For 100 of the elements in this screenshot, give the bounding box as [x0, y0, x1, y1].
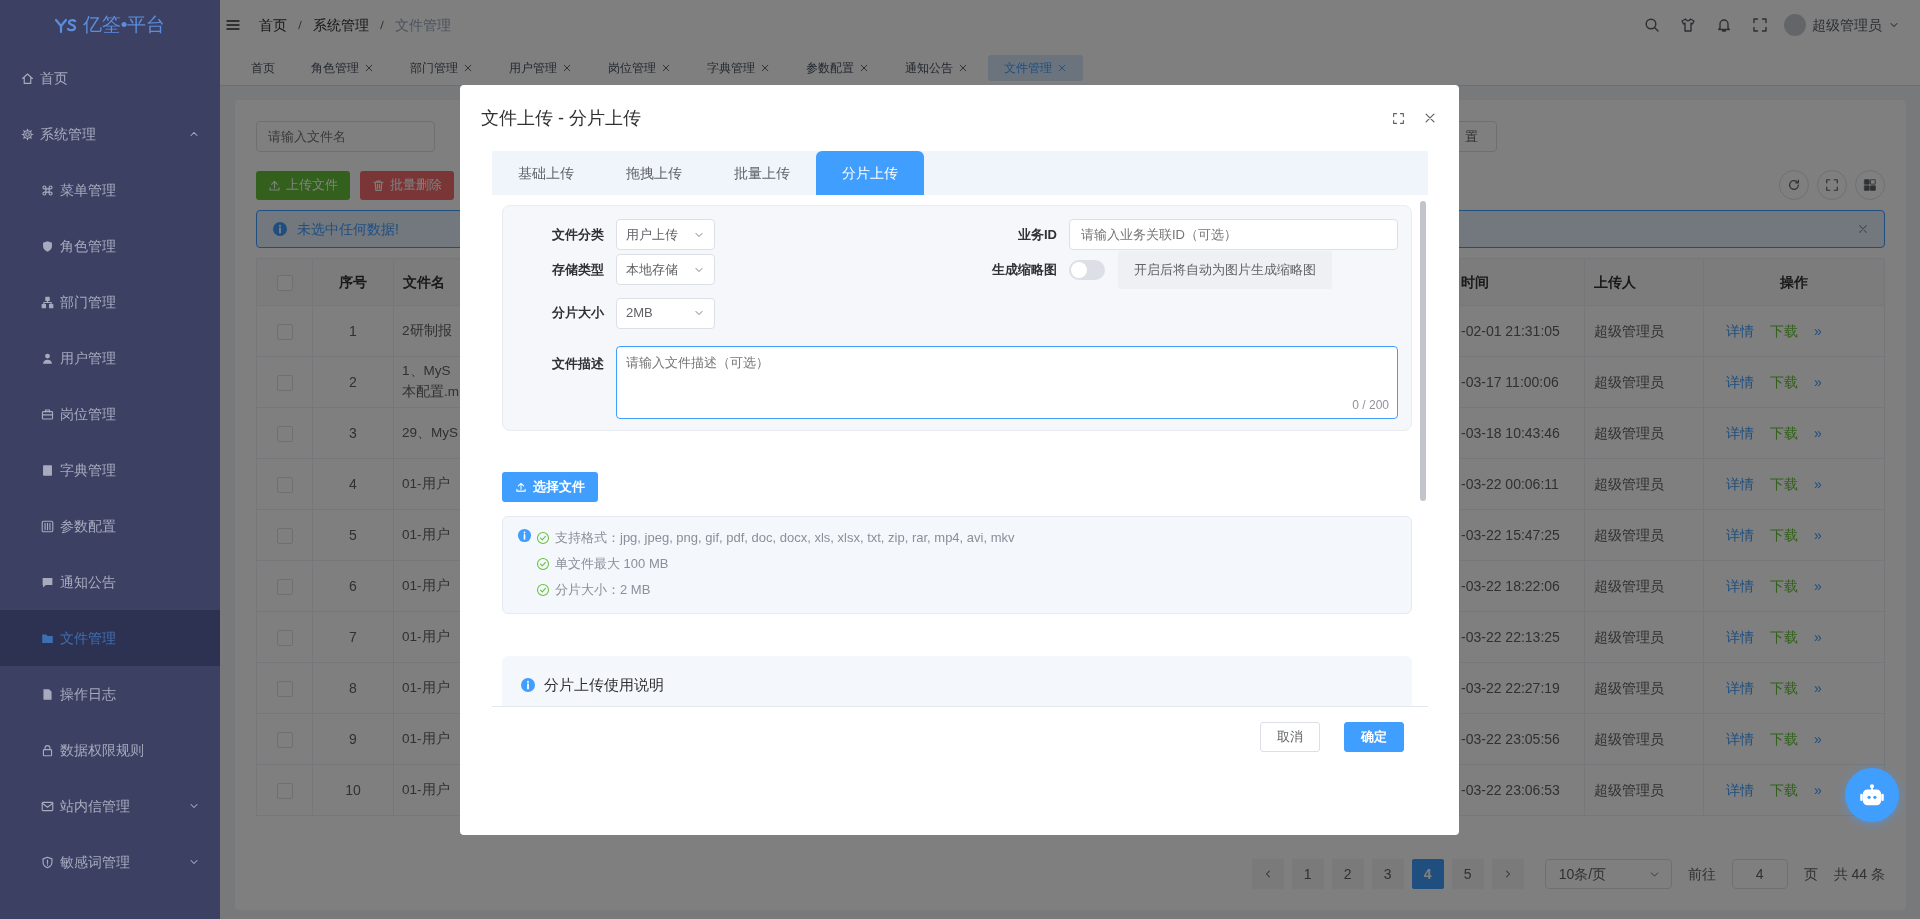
more-link[interactable]: »	[1814, 577, 1822, 594]
page-tab[interactable]: 参数配置	[790, 54, 885, 81]
sidebar-item[interactable]: 首页	[0, 50, 220, 106]
page-button[interactable]: 2	[1331, 859, 1364, 889]
sidebar-item[interactable]: 字典管理	[0, 442, 220, 498]
close-icon[interactable]	[661, 62, 671, 73]
download-link[interactable]: 下载	[1770, 628, 1798, 645]
close-icon[interactable]	[958, 62, 968, 73]
dropdown[interactable]: 用户上传	[616, 219, 715, 250]
detail-link[interactable]: 详情	[1726, 730, 1754, 747]
page-input[interactable]: 4	[1731, 859, 1788, 889]
sidebar-item[interactable]: 用户管理	[0, 330, 220, 386]
detail-link[interactable]: 详情	[1726, 322, 1754, 339]
more-link[interactable]: »	[1814, 424, 1822, 441]
page-size-dropdown[interactable]: 10条/页	[1544, 859, 1672, 889]
tab[interactable]: 拖拽上传	[600, 151, 708, 195]
avatar-placeholder[interactable]	[1784, 14, 1806, 36]
shirt-icon[interactable]	[1680, 17, 1696, 33]
sidebar-item[interactable]: 敏感词管理	[0, 834, 220, 890]
download-link[interactable]: 下载	[1770, 679, 1798, 696]
sidebar-item[interactable]: 参数配置	[0, 498, 220, 554]
refresh-button[interactable]	[1779, 170, 1809, 200]
delete-button[interactable]: 批量删除	[360, 170, 454, 200]
sidebar-item[interactable]: 文件管理	[0, 610, 220, 666]
page-button[interactable]: 4	[1411, 859, 1444, 889]
dialog-title: 文件上传 - 分片上传	[481, 106, 641, 130]
more-link[interactable]: »	[1814, 322, 1822, 339]
page-tab[interactable]: 角色管理	[295, 54, 390, 81]
download-link[interactable]: 下载	[1770, 322, 1798, 339]
columns-button[interactable]	[1855, 170, 1885, 200]
page-tab[interactable]: 字典管理	[691, 54, 786, 81]
fullscreen-icon[interactable]	[1752, 17, 1768, 33]
sidebar-item[interactable]: 站内信管理	[0, 778, 220, 834]
more-link[interactable]: »	[1814, 475, 1822, 492]
detail-link[interactable]: 详情	[1726, 373, 1754, 390]
sidebar-item[interactable]: 系统管理	[0, 106, 220, 162]
download-link[interactable]: 下载	[1770, 781, 1798, 798]
page-tab[interactable]: 用户管理	[493, 54, 588, 81]
fullscreen-icon[interactable]	[1392, 111, 1405, 125]
user-name[interactable]: 超级管理员	[1812, 14, 1882, 36]
more-link[interactable]: »	[1814, 373, 1822, 390]
bell-icon[interactable]	[1716, 17, 1732, 33]
menu-icon[interactable]	[225, 17, 241, 33]
page-tab[interactable]: 首页	[235, 54, 291, 81]
download-link[interactable]: 下载	[1770, 424, 1798, 441]
detail-link[interactable]: 详情	[1726, 577, 1754, 594]
page-tab[interactable]: 部门管理	[394, 54, 489, 81]
more-link[interactable]: »	[1814, 781, 1822, 798]
search-icon[interactable]	[1644, 17, 1660, 33]
close-icon[interactable]	[562, 62, 572, 73]
business-id-field[interactable]: 请输入业务关联ID（可选）	[1069, 219, 1398, 250]
dropdown[interactable]: 本地存储	[616, 254, 715, 286]
tab[interactable]: 基础上传	[492, 151, 600, 195]
page-button[interactable]: 3	[1371, 859, 1404, 889]
sidebar-item[interactable]: 通知公告	[0, 554, 220, 610]
sidebar-item[interactable]: 角色管理	[0, 218, 220, 274]
page-button[interactable]: 5	[1451, 859, 1484, 889]
page-tab[interactable]: 通知公告	[889, 54, 984, 81]
tab[interactable]: 分片上传	[816, 151, 924, 195]
search-field[interactable]: 请输入文件名	[256, 121, 435, 152]
scrollbar-thumb[interactable]	[1420, 201, 1426, 501]
confirm-button[interactable]: 确定	[1344, 722, 1404, 752]
sidebar-item[interactable]: 岗位管理	[0, 386, 220, 442]
detail-link[interactable]: 详情	[1726, 475, 1754, 492]
breadcrumb-item[interactable]: 系统管理	[313, 14, 369, 36]
more-link[interactable]: »	[1814, 628, 1822, 645]
more-link[interactable]: »	[1814, 679, 1822, 696]
close-icon[interactable]	[463, 62, 473, 73]
close-icon[interactable]	[1423, 111, 1437, 125]
download-link[interactable]: 下载	[1770, 475, 1798, 492]
close-icon[interactable]	[760, 62, 770, 73]
close-icon[interactable]	[859, 62, 869, 73]
fullscreen-button[interactable]	[1817, 170, 1847, 200]
more-link[interactable]: »	[1814, 730, 1822, 747]
page-tab[interactable]: 文件管理	[988, 54, 1083, 81]
page-tab[interactable]: 岗位管理	[592, 54, 687, 81]
upload-button[interactable]: 上传文件	[256, 170, 350, 200]
tab[interactable]: 批量上传	[708, 151, 816, 195]
download-link[interactable]: 下载	[1770, 373, 1798, 390]
toggle-switch[interactable]	[1069, 259, 1105, 280]
detail-link[interactable]: 详情	[1726, 679, 1754, 696]
document-icon	[41, 687, 54, 701]
sidebar-item[interactable]: 操作日志	[0, 666, 220, 722]
sidebar-item[interactable]: 菜单管理	[0, 162, 220, 218]
download-link[interactable]: 下载	[1770, 526, 1798, 543]
sidebar-item[interactable]: 部门管理	[0, 274, 220, 330]
page-button[interactable]: 1	[1291, 859, 1324, 889]
detail-link[interactable]: 详情	[1726, 424, 1754, 441]
breadcrumb-item[interactable]: 首页	[259, 14, 287, 36]
download-link[interactable]: 下载	[1770, 730, 1798, 747]
cancel-button[interactable]: 取消	[1260, 722, 1320, 752]
detail-link[interactable]: 详情	[1726, 781, 1754, 798]
more-link[interactable]: »	[1814, 526, 1822, 543]
dropdown[interactable]: 2MB	[616, 297, 715, 329]
detail-link[interactable]: 详情	[1726, 628, 1754, 645]
sidebar-item[interactable]: 数据权限规则	[0, 722, 220, 778]
detail-link[interactable]: 详情	[1726, 526, 1754, 543]
close-icon[interactable]	[364, 62, 374, 73]
select-file-button[interactable]: 选择文件	[502, 471, 598, 502]
download-link[interactable]: 下载	[1770, 577, 1798, 594]
